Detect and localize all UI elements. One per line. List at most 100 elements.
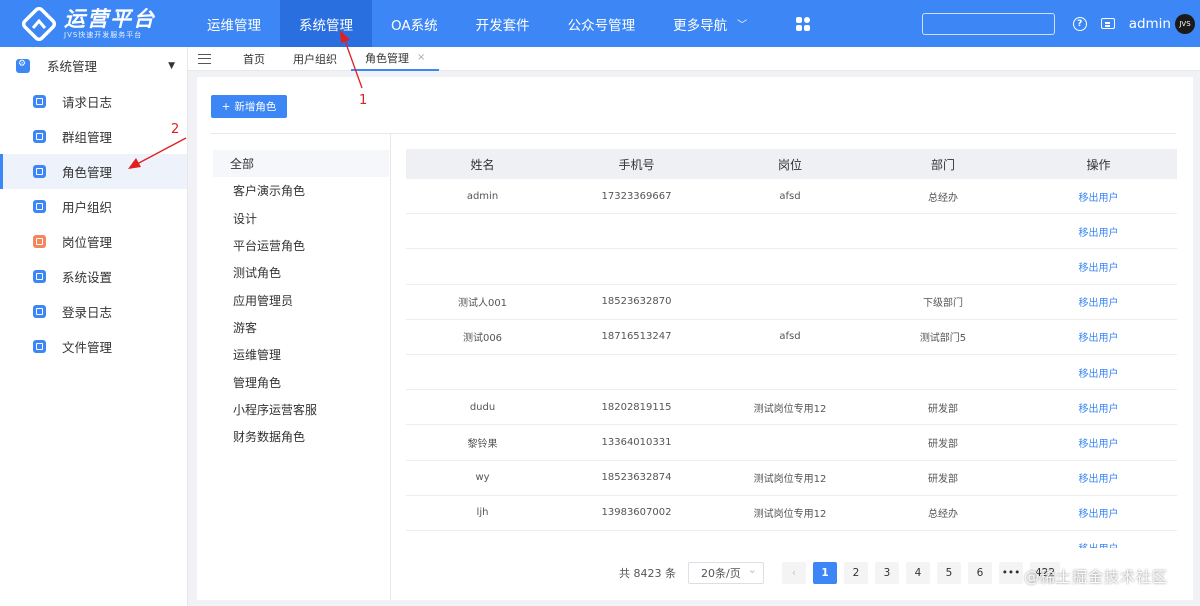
remove-user-link[interactable]: 移出用户: [1020, 259, 1177, 274]
nav-devkit[interactable]: 开发套件: [457, 0, 549, 47]
sidebar-item-label: 请求日志: [62, 95, 113, 110]
tabs-bar: 首页 用户组织 角色管理 ×: [188, 47, 1200, 71]
sidebar-item-user-org[interactable]: 用户组织: [0, 189, 187, 224]
page-size-select[interactable]: 20条/页: [688, 562, 764, 584]
annotation-label-1: 1: [359, 93, 368, 108]
settings-icon: [33, 270, 46, 283]
role-item-all[interactable]: 全部: [213, 150, 389, 178]
help-icon[interactable]: ?: [1072, 16, 1087, 31]
page-button-4[interactable]: 4: [906, 562, 930, 584]
role-item[interactable]: 财务数据角色: [213, 423, 389, 450]
role-icon: [33, 165, 46, 178]
tab-role-management[interactable]: 角色管理 ×: [351, 47, 440, 71]
table-row: admin 17323369667 afsd 总经办 移出用户: [406, 179, 1177, 215]
page-button-3[interactable]: 3: [875, 562, 899, 584]
cell-phone: 18523632874: [601, 472, 672, 484]
nav-oa[interactable]: OA系统: [372, 0, 457, 47]
remove-user-link[interactable]: 移出用户: [1020, 294, 1177, 309]
role-item[interactable]: 测试角色: [213, 259, 389, 286]
sidebar-item-file-management[interactable]: 文件管理: [0, 329, 187, 364]
apps-button[interactable]: [766, 0, 831, 47]
sidebar-item-group-management[interactable]: 群组管理: [0, 119, 187, 154]
remove-user-link[interactable]: 移出用户: [1020, 365, 1177, 380]
add-role-button[interactable]: + 新增角色: [211, 95, 287, 118]
nav-official-account[interactable]: 公众号管理: [549, 0, 655, 47]
apps-grid-icon: [796, 16, 811, 31]
table-row: 移出用户: [406, 355, 1177, 391]
divider: [390, 134, 391, 600]
message-icon[interactable]: [1100, 18, 1115, 29]
cell-phone: 13364010331: [601, 436, 672, 448]
table-row: 黎铃果 13364010331 研发部 移出用户: [406, 425, 1177, 461]
role-item[interactable]: 应用管理员: [213, 286, 389, 313]
remove-user-link[interactable]: 移出用户: [1020, 189, 1177, 204]
page-button-6[interactable]: 6: [968, 562, 992, 584]
role-item[interactable]: 客户演示角色: [213, 177, 389, 204]
cell-dept: 研发部: [928, 438, 958, 450]
sidebar: 系统管理 ▼ 请求日志 群组管理 角色管理 用户组织 岗位管理 系统设置 登录日…: [0, 47, 188, 606]
sidebar-group-label: 系统管理: [47, 59, 98, 74]
role-item[interactable]: 游客: [213, 314, 389, 341]
top-nav: 运维管理 系统管理 OA系统 开发套件 公众号管理 更多导航 ﹀: [188, 0, 831, 47]
plus-icon: +: [221, 100, 231, 113]
cell-post: afsd: [779, 331, 801, 343]
role-item[interactable]: 管理角色: [213, 368, 389, 395]
cell-post: 测试岗位专用12: [753, 509, 827, 521]
nav-more-label: 更多导航: [673, 17, 728, 34]
cell-post: 测试岗位专用12: [753, 403, 827, 415]
search-input[interactable]: [921, 12, 1055, 35]
page-button-1[interactable]: 1: [813, 562, 837, 584]
role-item[interactable]: 设计: [213, 205, 389, 232]
sidebar-item-request-log[interactable]: 请求日志: [0, 84, 187, 119]
page-button-2[interactable]: 2: [844, 562, 868, 584]
cell-phone: 18523632870: [601, 296, 672, 308]
nav-more[interactable]: 更多导航 ﹀: [654, 0, 766, 47]
sidebar-item-login-log[interactable]: 登录日志: [0, 294, 187, 329]
prev-page-button[interactable]: ‹: [782, 562, 806, 584]
tab-user-org[interactable]: 用户组织: [279, 47, 351, 71]
cell-post: afsd: [779, 190, 801, 202]
cell-name: 测试006: [462, 333, 503, 345]
remove-user-link[interactable]: 移出用户: [1020, 505, 1177, 520]
close-icon[interactable]: ×: [417, 52, 425, 63]
table-row: 测试人001 18523632870 下级部门 移出用户: [406, 285, 1177, 320]
sidebar-item-system-settings[interactable]: 系统设置: [0, 259, 187, 294]
sidebar-group-system[interactable]: 系统管理 ▼: [0, 47, 187, 84]
username[interactable]: admin: [1129, 16, 1171, 32]
sidebar-item-post-management[interactable]: 岗位管理: [0, 224, 187, 259]
remove-user-link[interactable]: 移出用户: [1020, 470, 1177, 485]
remove-user-link[interactable]: 移出用户: [1020, 329, 1177, 344]
cell-name: 黎铃果: [467, 438, 498, 450]
role-item[interactable]: 小程序运营客服: [213, 396, 389, 423]
cell-dept: 研发部: [928, 403, 958, 415]
annotation-label-2: 2: [171, 122, 180, 137]
sidebar-item-role-management[interactable]: 角色管理: [0, 154, 187, 189]
cell-name: dudu: [469, 401, 496, 413]
remove-user-link[interactable]: 移出用户: [1020, 435, 1177, 450]
tab-home[interactable]: 首页: [229, 47, 279, 71]
menu-toggle-icon[interactable]: [198, 53, 211, 64]
sidebar-item-label: 岗位管理: [62, 235, 113, 250]
gear-icon: [16, 58, 30, 73]
role-item[interactable]: 运维管理: [213, 341, 389, 368]
logo[interactable]: 运营平台 JVS快速开发服务平台: [0, 0, 188, 47]
remove-user-link[interactable]: 移出用户: [1020, 540, 1177, 548]
column-header-post: 岗位: [777, 157, 802, 172]
sidebar-item-label: 系统设置: [62, 270, 113, 285]
nav-system[interactable]: 系统管理: [280, 0, 372, 47]
page-button-5[interactable]: 5: [937, 562, 961, 584]
role-item[interactable]: 平台运营角色: [213, 232, 389, 259]
sidebar-item-label: 用户组织: [62, 200, 113, 215]
remove-user-link[interactable]: 移出用户: [1020, 400, 1177, 415]
more-pages-button[interactable]: •••: [999, 562, 1023, 584]
remove-user-link[interactable]: 移出用户: [1020, 224, 1177, 239]
top-header: 运营平台 JVS快速开发服务平台 运维管理 系统管理 OA系统 开发套件 公众号…: [0, 0, 1200, 47]
cell-dept: 研发部: [928, 474, 958, 486]
avatar[interactable]: JVS: [1175, 13, 1195, 34]
group-icon: [33, 130, 46, 143]
table-body[interactable]: admin 17323369667 afsd 总经办 移出用户 移出用户 移出用户 测试人00…: [406, 179, 1177, 548]
table-row: 移出用户: [406, 214, 1177, 250]
table-row: 移出用户: [406, 531, 1177, 548]
sidebar-item-label: 登录日志: [62, 305, 113, 320]
nav-ops[interactable]: 运维管理: [188, 0, 280, 47]
